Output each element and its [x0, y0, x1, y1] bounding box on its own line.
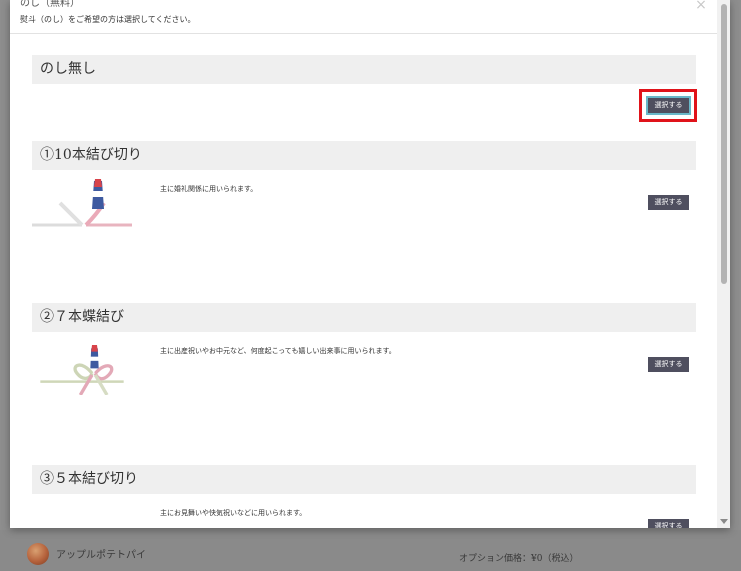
scroll-down-arrow-icon[interactable]	[720, 519, 728, 524]
modal-title: のし（無料）	[20, 0, 80, 9]
modal-scrollbar[interactable]	[717, 0, 730, 528]
select-button-7-chomusubi[interactable]: 選択する	[648, 357, 689, 372]
option-7-chomusubi: ②７本蝶結び 主に出産祝いやお中元など、何度起こっても嬉しい出来事に用いられます…	[32, 303, 696, 453]
noshi-5-musubikiri-image	[32, 520, 132, 528]
noshi-modal: のし（無料） 熨斗（のし）をご希望の方は選択してください。 × のし無し 選択す…	[10, 0, 730, 528]
product-thumbnail	[27, 543, 49, 565]
scrollbar-thumb[interactable]	[721, 4, 727, 284]
modal-subtitle: 熨斗（のし）をご希望の方は選択してください。	[20, 15, 196, 24]
option-description: 主に出産祝いやお中元など、何度起こっても嬉しい出来事に用いられます。	[160, 347, 396, 355]
option-price: オプション価格：¥0（税込）	[459, 554, 579, 564]
modal-header: のし（無料） 熨斗（のし）をご希望の方は選択してください。 ×	[10, 0, 730, 34]
close-icon[interactable]: ×	[694, 0, 708, 12]
option-description: 主にお見舞いや快気祝いなどに用いられます。	[160, 509, 307, 517]
option-5-musubikiri: ③５本結び切り 主にお見舞いや快気祝いなどに用いられます。 選択する	[32, 465, 696, 528]
select-button-no-noshi[interactable]: 選択する	[646, 96, 691, 115]
product-name: アップルポテトパイ	[56, 550, 146, 561]
noshi-10-musubikiri-image	[32, 179, 132, 227]
option-title: ①10本結び切り	[32, 141, 696, 170]
option-title: ②７本蝶結び	[32, 303, 696, 332]
select-button-5-musubikiri[interactable]: 選択する	[648, 519, 689, 528]
option-title: のし無し	[32, 55, 696, 84]
option-description: 主に婚礼関係に用いられます。	[160, 185, 258, 193]
option-no-noshi: のし無し 選択する	[32, 55, 697, 125]
option-title: ③５本結び切り	[32, 465, 696, 494]
select-button-10-musubikiri[interactable]: 選択する	[648, 195, 689, 210]
option-10-musubikiri: ①10本結び切り 主に婚礼関係に用いられます。 選択する	[32, 141, 696, 291]
noshi-7-chomusubi-image	[40, 345, 124, 395]
options-list[interactable]: のし無し 選択する ①10本結び切り 主に婚礼関係に用いられます。 選択する ②…	[10, 35, 717, 528]
